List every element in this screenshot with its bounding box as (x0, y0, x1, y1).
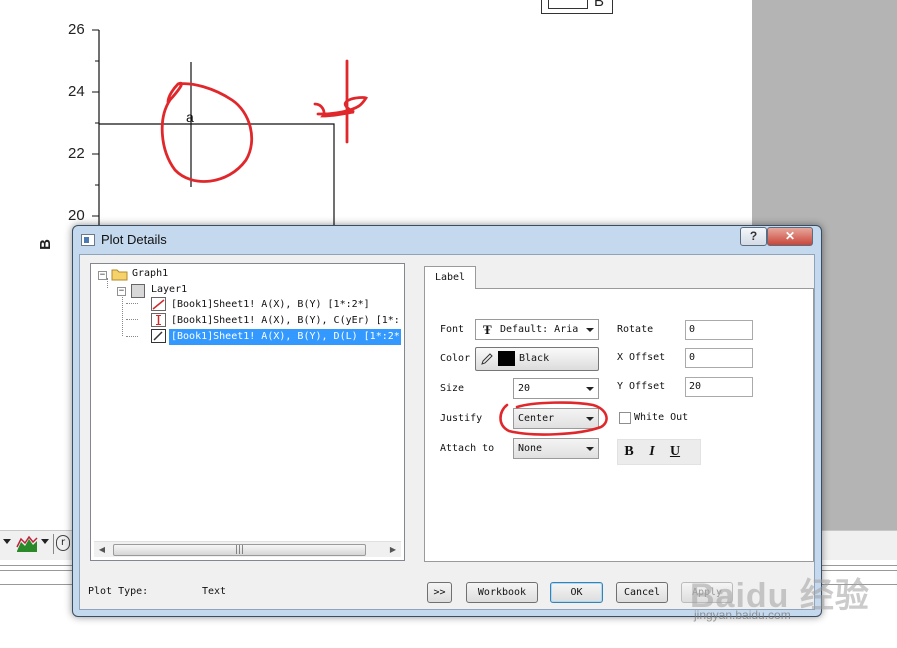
tree-item-plot-selected[interactable]: [Book1]Sheet1! A(X), B(Y), D(L) [1*:2* (169, 329, 401, 345)
attach-to-select[interactable]: None (513, 438, 599, 459)
toolbar-divider (53, 534, 54, 554)
rotate-input[interactable]: 0 (685, 320, 753, 340)
color-value: Black (519, 353, 550, 364)
tree-item-plot[interactable]: [Book1]Sheet1! A(X), B(Y), C(yEr) [1*: (171, 315, 400, 326)
dialog-title: Plot Details (101, 232, 167, 247)
plot-type-label: Plot Type: (88, 586, 149, 597)
text-style-group: B I U (617, 439, 701, 465)
white-out-label: White Out (634, 412, 689, 423)
chevron-down-icon (586, 328, 594, 332)
scroll-left-icon[interactable]: ◀ (94, 542, 110, 558)
underline-button[interactable]: U (666, 443, 684, 461)
tab-label[interactable]: Label (424, 266, 476, 289)
scroll-right-icon[interactable]: ▶ (385, 542, 401, 558)
tree-connector (107, 278, 108, 288)
size-value: 20 (518, 383, 531, 394)
help-button[interactable]: ? (740, 227, 767, 246)
close-button[interactable]: ✕ (767, 227, 813, 246)
red-stroke-mark (313, 96, 369, 118)
tree-connector (126, 303, 138, 304)
y-offset-label: Y Offset (617, 381, 666, 392)
horizontal-scrollbar[interactable]: ◀ ||| ▶ (94, 541, 401, 557)
y-tick-label: 20 (68, 207, 85, 224)
x-offset-label: X Offset (617, 352, 666, 363)
bold-button[interactable]: B (620, 443, 638, 461)
window-icon (81, 234, 95, 246)
tree-connector (126, 336, 138, 337)
collapse-toggle[interactable]: − (98, 271, 107, 280)
dropdown-arrow-icon[interactable] (3, 539, 11, 544)
cancel-button[interactable]: Cancel (616, 582, 668, 603)
legend[interactable]: B (541, 0, 613, 14)
truetype-font-icon: Ŧ (483, 322, 492, 337)
expand-button[interactable]: >> (427, 582, 452, 603)
white-out-checkbox[interactable] (619, 412, 631, 424)
color-label: Color (440, 353, 471, 364)
baidu-watermark-url: jingyan.baidu.com (694, 608, 791, 622)
legend-label: B (594, 0, 605, 10)
chevron-down-icon (586, 387, 594, 391)
legend-swatch (548, 0, 588, 9)
plot-type-value: Text (202, 586, 227, 597)
ok-button[interactable]: OK (550, 582, 603, 603)
tree-item-graph[interactable]: Graph1 (132, 268, 168, 279)
error-bar-plot-icon (151, 313, 166, 327)
dropdown-arrow-icon[interactable] (41, 539, 49, 544)
plot-tree[interactable]: − Graph1 − Layer1 [Book1]Sheet1! A(X), B… (90, 263, 405, 561)
chart-type-icon[interactable] (16, 535, 38, 553)
x-offset-input[interactable]: 0 (685, 348, 753, 368)
font-select[interactable]: Ŧ Default: Aria (475, 319, 599, 340)
justify-label: Justify (440, 413, 483, 424)
font-value: Default: Aria (500, 324, 579, 335)
rotate-label: Rotate (617, 324, 654, 335)
toolbar-r-icon[interactable]: r (56, 535, 70, 551)
collapse-toggle[interactable]: − (117, 287, 126, 296)
label-plot-icon (151, 329, 166, 343)
y-tick-label: 22 (68, 145, 85, 162)
tree-connector (126, 319, 138, 320)
tree-item-layer[interactable]: Layer1 (151, 284, 187, 295)
color-button[interactable]: Black (475, 347, 599, 371)
pencil-icon (481, 353, 493, 365)
plot-details-dialog: Plot Details ? ✕ − Graph1 − Layer1 [Book… (72, 225, 822, 617)
italic-button[interactable]: I (643, 443, 661, 461)
y-tick-label: 24 (68, 83, 85, 100)
attach-to-label: Attach to (440, 443, 495, 454)
red-highlight-annotation (499, 401, 608, 436)
dialog-client-area: − Graph1 − Layer1 [Book1]Sheet1! A(X), B… (79, 254, 815, 610)
size-label: Size (440, 383, 465, 394)
scroll-thumb[interactable]: ||| (113, 544, 366, 556)
y-offset-input[interactable]: 20 (685, 377, 753, 397)
layer-icon (131, 284, 145, 298)
red-circle-annotation (160, 81, 254, 183)
tree-item-plot[interactable]: [Book1]Sheet1! A(X), B(Y) [1*:2*] (171, 299, 370, 310)
workbook-button[interactable]: Workbook (466, 582, 538, 603)
color-swatch (498, 351, 515, 366)
chevron-down-icon (586, 447, 594, 451)
tree-connector (122, 294, 123, 336)
size-select[interactable]: 20 (513, 378, 599, 399)
point-text-label[interactable]: a (186, 109, 194, 125)
font-label: Font (440, 324, 465, 335)
label-tab-panel: Font Color Size Justify Attach to Ŧ Defa… (424, 288, 814, 562)
attach-value: None (518, 443, 543, 454)
line-plot-icon (151, 297, 166, 311)
y-tick-label: 26 (68, 21, 85, 38)
folder-icon (111, 269, 128, 281)
y-axis-title: B (36, 239, 54, 250)
